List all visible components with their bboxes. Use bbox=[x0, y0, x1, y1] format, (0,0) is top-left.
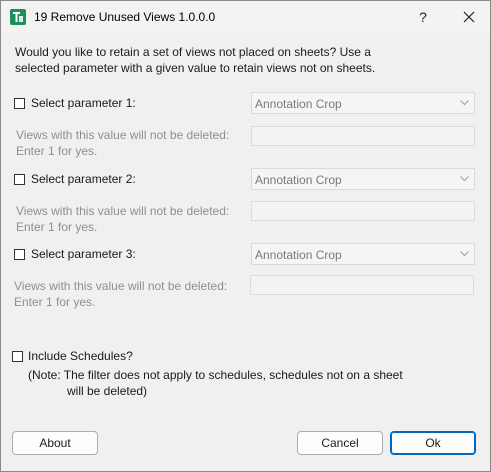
param-1-select-value: Annotation Crop bbox=[255, 97, 342, 111]
app-logo-icon bbox=[10, 9, 26, 25]
about-button[interactable]: About bbox=[12, 431, 98, 455]
param-1-label[interactable]: Select parameter 1: bbox=[31, 96, 136, 110]
chevron-down-icon bbox=[460, 176, 469, 182]
param-2-hint-line-1: Views with this value will not be delete… bbox=[16, 204, 230, 218]
chevron-down-icon bbox=[460, 100, 469, 106]
param-3-value-input[interactable] bbox=[250, 275, 474, 295]
param-3-select[interactable]: Annotation Crop bbox=[251, 243, 475, 265]
param-1-hint: Views with this value will not be delete… bbox=[16, 127, 229, 159]
param-3-checkbox[interactable] bbox=[14, 249, 25, 260]
param-3-label[interactable]: Select parameter 3: bbox=[31, 247, 136, 261]
intro-line-2: selected parameter with a given value to… bbox=[15, 61, 376, 75]
dialog-window: 19 Remove Unused Views 1.0.0.0 ? Would y… bbox=[0, 0, 491, 472]
ok-button[interactable]: Ok bbox=[390, 431, 476, 455]
param-1-hint-line-2: Enter 1 for yes. bbox=[16, 144, 98, 158]
param-3-select-value: Annotation Crop bbox=[255, 248, 342, 262]
param-2-hint: Views with this value will not be delete… bbox=[16, 203, 229, 235]
help-button[interactable]: ? bbox=[403, 1, 443, 33]
param-2-label[interactable]: Select parameter 2: bbox=[31, 172, 136, 186]
param-2-select[interactable]: Annotation Crop bbox=[251, 168, 475, 190]
param-1-value-input[interactable] bbox=[251, 126, 475, 146]
intro-line-1: Would you like to retain a set of views … bbox=[15, 45, 371, 59]
param-2-hint-line-2: Enter 1 for yes. bbox=[16, 220, 98, 234]
schedules-note-line-1: (Note: The filter does not apply to sche… bbox=[28, 368, 403, 382]
chevron-down-icon bbox=[460, 251, 469, 257]
schedules-note-line-2: will be deleted) bbox=[67, 384, 148, 398]
param-1-checkbox[interactable] bbox=[14, 98, 25, 109]
param-3-hint-line-2: Enter 1 for yes. bbox=[14, 295, 96, 309]
intro-text: Would you like to retain a set of views … bbox=[15, 44, 475, 76]
param-1-hint-line-1: Views with this value will not be delete… bbox=[16, 128, 230, 142]
param-2-value-input[interactable] bbox=[251, 201, 475, 221]
include-schedules-checkbox[interactable] bbox=[12, 351, 23, 362]
param-3-hint: Views with this value will not be delete… bbox=[14, 278, 227, 310]
include-schedules-label[interactable]: Include Schedules? bbox=[28, 349, 133, 363]
param-2-select-value: Annotation Crop bbox=[255, 173, 342, 187]
param-1-select[interactable]: Annotation Crop bbox=[251, 92, 475, 114]
close-icon bbox=[463, 11, 475, 23]
title-bar: 19 Remove Unused Views 1.0.0.0 ? bbox=[1, 1, 490, 33]
param-3-hint-line-1: Views with this value will not be delete… bbox=[14, 279, 228, 293]
window-title: 19 Remove Unused Views 1.0.0.0 bbox=[34, 10, 216, 24]
param-2-checkbox[interactable] bbox=[14, 174, 25, 185]
cancel-button[interactable]: Cancel bbox=[297, 431, 383, 455]
close-button[interactable] bbox=[448, 1, 490, 33]
